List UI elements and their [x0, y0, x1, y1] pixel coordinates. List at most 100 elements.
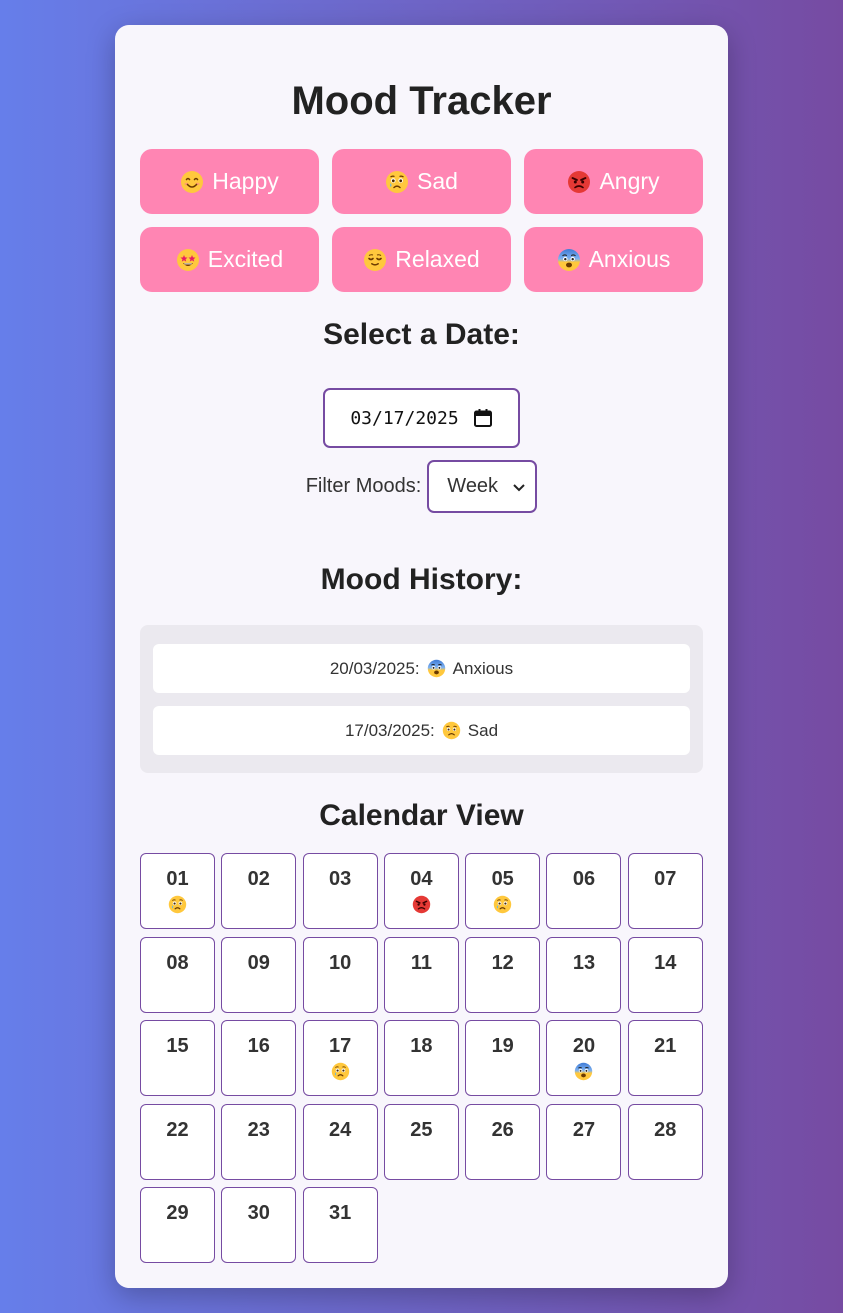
calendar-day[interactable]: 25 — [383, 1103, 459, 1180]
calendar-day[interactable]: 11 — [383, 936, 459, 1013]
mood-button-relaxed[interactable]: Relaxed — [332, 227, 511, 292]
calendar-day-number: 17 — [328, 1035, 352, 1057]
fearful-face-icon — [574, 1062, 593, 1081]
mood-button-sad[interactable]: Sad — [332, 149, 511, 214]
calendar-day-number: 06 — [572, 868, 596, 890]
angry-face-icon — [412, 895, 431, 914]
calendar-day-number: 16 — [247, 1035, 270, 1057]
filter-selected-value: Week — [447, 475, 499, 497]
calendar-day-number: 03 — [328, 868, 352, 890]
fearful-face-icon — [427, 659, 446, 678]
calendar-day[interactable]: 26 — [465, 1103, 541, 1180]
calendar-day-number: 28 — [654, 1118, 677, 1141]
calendar-day[interactable]: 10 — [302, 936, 378, 1013]
crying-face-icon — [385, 170, 409, 194]
filter-row: Filter Moods: Week — [140, 460, 703, 513]
date-input-wrapper: 03/17/2025 — [140, 388, 703, 448]
calendar-day[interactable]: 30 — [221, 1187, 297, 1263]
calendar-day[interactable]: 14 — [627, 936, 703, 1013]
mood-button-angry[interactable]: Angry — [524, 149, 703, 214]
star-struck-face-icon — [176, 248, 200, 272]
sad-face-icon — [442, 721, 461, 740]
calendar-day-number: 13 — [572, 951, 596, 974]
mood-button-happy[interactable]: Happy — [140, 149, 319, 214]
calendar-day[interactable]: 23 — [221, 1103, 297, 1180]
calendar-day-number: 09 — [247, 951, 270, 974]
calendar-day[interactable]: 05 — [465, 853, 541, 929]
calendar-day[interactable]: 03 — [302, 853, 378, 929]
mood-button-label: Excited — [207, 246, 284, 272]
calendar-day[interactable]: 27 — [546, 1103, 622, 1180]
calendar-day[interactable]: 28 — [627, 1103, 703, 1180]
calendar-day-number: 18 — [410, 1035, 433, 1057]
calendar-icon[interactable] — [473, 408, 493, 428]
mood-button-excited[interactable]: Excited — [140, 227, 319, 292]
calendar-day[interactable]: 12 — [465, 936, 541, 1013]
calendar-day[interactable]: 17 — [302, 1020, 378, 1096]
calendar-day-number: 26 — [491, 1118, 514, 1141]
calendar-day-number: 15 — [166, 1035, 189, 1057]
mood-tracker-card: Mood Tracker Happy Sad Angry Excited Rel… — [115, 25, 728, 1288]
calendar-day[interactable]: 21 — [627, 1020, 703, 1096]
calendar-day-number: 27 — [572, 1118, 596, 1141]
calendar-day-mood — [493, 894, 512, 914]
calendar-day-number: 21 — [654, 1035, 677, 1057]
calendar-day[interactable]: 01 — [140, 853, 215, 929]
date-input[interactable]: 03/17/2025 — [323, 388, 520, 448]
smiling-face-icon — [180, 170, 204, 194]
history-mood: Anxious — [452, 658, 514, 678]
calendar-day-number: 04 — [410, 868, 433, 890]
calendar-day[interactable]: 08 — [140, 936, 215, 1013]
mood-button-label: Relaxed — [395, 246, 480, 272]
crying-face-icon — [493, 895, 512, 914]
calendar-day[interactable]: 09 — [221, 936, 297, 1013]
calendar-day-mood — [574, 1061, 593, 1081]
fearful-face-icon — [557, 248, 581, 272]
calendar-day[interactable]: 22 — [140, 1103, 215, 1180]
calendar-day[interactable]: 24 — [302, 1103, 378, 1180]
calendar-day-number: 12 — [491, 951, 514, 974]
calendar-day[interactable]: 16 — [221, 1020, 297, 1096]
calendar-view-heading: Calendar View — [319, 799, 524, 832]
calendar-day[interactable]: 04 — [383, 853, 459, 929]
calendar-day[interactable]: 02 — [221, 853, 297, 929]
calendar-day-number: 10 — [328, 951, 352, 974]
history-item: 20/03/2025: Anxious — [153, 644, 690, 693]
crying-face-icon — [168, 895, 187, 914]
mood-history-list: 20/03/2025: Anxious 17/03/2025: Sad — [140, 625, 703, 773]
history-mood: Sad — [467, 720, 499, 740]
history-date: 17/03/2025: — [344, 720, 435, 740]
calendar-day[interactable]: 20 — [546, 1020, 622, 1096]
calendar-day-number: 19 — [491, 1035, 514, 1057]
history-item: 17/03/2025: Sad — [153, 706, 690, 755]
calendar-day-number: 25 — [410, 1118, 433, 1141]
calendar-day-number: 01 — [166, 868, 189, 890]
mood-button-label: Anxious — [588, 246, 671, 272]
calendar-day[interactable]: 06 — [546, 853, 622, 929]
calendar-day[interactable]: 07 — [627, 853, 703, 929]
mood-button-label: Sad — [417, 168, 458, 194]
calendar-day[interactable]: 13 — [546, 936, 622, 1013]
mood-button-grid: Happy Sad Angry Excited Relaxed Anxious — [140, 149, 703, 292]
calendar-day[interactable]: 19 — [465, 1020, 541, 1096]
date-value: 03/17/2025 — [350, 407, 459, 429]
mood-button-label: Angry — [599, 168, 660, 194]
calendar-day-number: 08 — [166, 951, 189, 974]
calendar-day-mood — [168, 894, 187, 914]
select-date-heading: Select a Date: — [323, 318, 520, 351]
page-title: Mood Tracker — [291, 79, 552, 123]
calendar-day-number: 23 — [247, 1118, 270, 1141]
mood-button-label: Happy — [212, 168, 279, 194]
mood-history-heading: Mood History: — [320, 563, 523, 596]
mood-button-anxious[interactable]: Anxious — [524, 227, 703, 292]
relieved-face-icon — [363, 248, 387, 272]
calendar-day[interactable]: 15 — [140, 1020, 215, 1096]
calendar-day[interactable]: 31 — [302, 1187, 378, 1263]
calendar-day-number: 29 — [166, 1202, 189, 1224]
calendar-day-number: 20 — [572, 1035, 596, 1057]
history-date: 20/03/2025: — [329, 658, 420, 678]
calendar-day-number: 31 — [328, 1202, 352, 1224]
calendar-day[interactable]: 29 — [140, 1187, 215, 1263]
calendar-day[interactable]: 18 — [383, 1020, 459, 1096]
filter-select[interactable]: Week — [427, 460, 538, 513]
